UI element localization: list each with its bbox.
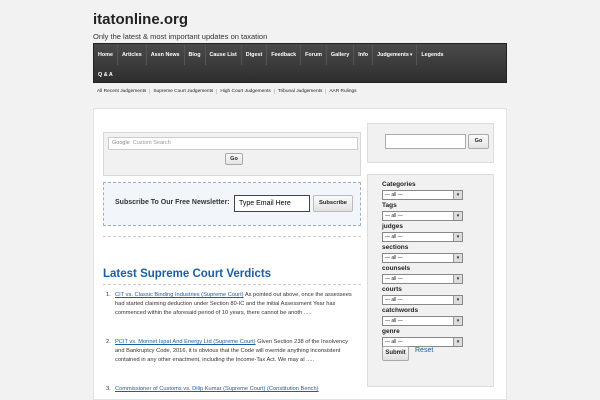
nav-info[interactable]: Info — [354, 45, 374, 65]
list-number: 2. — [106, 339, 111, 345]
filter-judges: judges — all — ▾ — [382, 223, 463, 242]
select-value: — all — — [385, 318, 403, 324]
custom-search-box: Google Custom Search Go — [103, 132, 361, 176]
filter-categories: Categories — all — ▾ — [382, 181, 463, 200]
list-number: 1. — [106, 292, 111, 298]
filter-sections: sections — all — ▾ — [382, 244, 463, 263]
sections-select[interactable]: — all — ▾ — [382, 253, 463, 263]
verdict-link[interactable]: Commissioner of Customs vs. Dilip Kumar … — [115, 386, 319, 392]
select-value: — all — — [385, 192, 403, 198]
filter-label: sections — [382, 244, 409, 251]
nav-cause-list[interactable]: Cause List — [206, 45, 242, 65]
custom-search-go-button[interactable]: Go — [225, 153, 243, 165]
subscribe-button[interactable]: Subscribe — [313, 195, 353, 212]
sub-nav: All Recent Judgements Supreme Court Judg… — [93, 85, 507, 98]
chevron-down-icon: ▾ — [453, 191, 462, 199]
chevron-down-icon: ▾ — [453, 275, 462, 283]
filter-form: Categories — all — ▾ Tags — all — ▾ judges… — [367, 174, 494, 387]
filter-label: Tags — [382, 202, 397, 209]
filter-genre: genre — all — ▾ — [382, 328, 463, 347]
newsletter-box: Subscribe To Our Free Newsletter: Type E… — [103, 182, 361, 226]
catchwords-select[interactable]: — all — ▾ — [382, 316, 463, 326]
reset-link[interactable]: Reset — [415, 347, 433, 354]
nav-home[interactable]: Home — [94, 45, 118, 65]
content-panel: Google Custom Search Go Subscribe To Our … — [93, 108, 507, 400]
filter-label: Categories — [382, 181, 416, 188]
filter-label: counsels — [382, 265, 411, 272]
nav-judgements-label: Judgements — [377, 52, 409, 58]
custom-search-placeholder: Custom Search — [132, 140, 171, 146]
sidebar-search-go-button[interactable]: Go — [468, 134, 489, 149]
heading-divider — [103, 284, 361, 285]
google-label: Google — [112, 140, 130, 146]
subnav-supreme-court[interactable]: Supreme Court Judgements — [150, 89, 218, 94]
tags-select[interactable]: — all — ▾ — [382, 211, 463, 221]
filter-label: courts — [382, 286, 402, 293]
subnav-aar-rulings[interactable]: AAR Rulings — [326, 89, 359, 94]
filter-counsels: counsels — all — ▾ — [382, 265, 463, 284]
select-value: — all — — [385, 297, 403, 303]
site-tagline: Only the latest & most important updates… — [93, 32, 268, 41]
courts-select[interactable]: — all — ▾ — [382, 295, 463, 305]
select-value: — all — — [385, 213, 403, 219]
list-number: 3. — [106, 386, 111, 392]
custom-search-input[interactable]: Google Custom Search — [108, 137, 358, 150]
filter-tags: Tags — all — ▾ — [382, 202, 463, 221]
chevron-down-icon: ▾ — [453, 317, 462, 325]
newsletter-label: Subscribe To Our Free Newsletter: — [115, 199, 230, 206]
divider — [103, 236, 361, 237]
select-value: — all — — [385, 339, 403, 345]
subnav-tribunal[interactable]: Tribunal Judgements — [275, 89, 327, 94]
select-value: — all — — [385, 234, 403, 240]
nav-gallery[interactable]: Gallery — [327, 45, 355, 65]
newsletter-email-input[interactable]: Type Email Here — [234, 195, 310, 212]
counsels-select[interactable]: — all — ▾ — [382, 274, 463, 284]
subnav-high-court[interactable]: High Court Judgements — [217, 89, 275, 94]
chevron-down-icon: ▾ — [453, 233, 462, 241]
nav-feedback[interactable]: Feedback — [267, 45, 302, 65]
nav-assn-news[interactable]: Assn News — [147, 45, 185, 65]
nav-q-and-a[interactable]: Q & A — [94, 65, 117, 85]
judges-select[interactable]: — all — ▾ — [382, 232, 463, 242]
chevron-down-icon: ▾ — [453, 254, 462, 262]
section-heading[interactable]: Latest Supreme Court Verdicts — [103, 268, 271, 280]
nav-legends[interactable]: Legends — [417, 45, 447, 65]
nav-digest[interactable]: Digest — [242, 45, 268, 65]
filter-label: genre — [382, 328, 400, 335]
nav-judgements[interactable]: Judgements▾ — [373, 45, 418, 65]
select-value: — all — — [385, 276, 403, 282]
nav-articles[interactable]: Articles — [118, 45, 147, 65]
chevron-down-icon: ▾ — [453, 338, 462, 346]
filter-catchwords: catchwords — all — ▾ — [382, 307, 463, 326]
chevron-down-icon: ▾ — [453, 296, 462, 304]
filter-label: catchwords — [382, 307, 419, 314]
sidebar-search-input[interactable] — [385, 134, 466, 149]
filter-courts: courts — all — ▾ — [382, 286, 463, 305]
main-nav: Home Articles Assn News Blog Cause List … — [93, 43, 507, 83]
verdict-link[interactable]: CIT vs. Classic Binding Industries (Supr… — [115, 292, 244, 298]
subnav-all-recent[interactable]: All Recent Judgements — [93, 89, 151, 94]
categories-select[interactable]: — all — ▾ — [382, 190, 463, 200]
verdict-link[interactable]: PCIT vs. Monnet Ispat And Energy Ltd (Su… — [115, 339, 256, 345]
site-title[interactable]: itatonline.org — [93, 11, 188, 28]
filter-label: judges — [382, 223, 403, 230]
nav-forum[interactable]: Forum — [301, 45, 327, 65]
sidebar-search-box: Go — [367, 123, 494, 163]
chevron-down-icon: ▾ — [409, 52, 413, 58]
submit-button[interactable]: Submit — [382, 346, 409, 361]
nav-blog[interactable]: Blog — [185, 45, 206, 65]
select-value: — all — — [385, 255, 403, 261]
chevron-down-icon: ▾ — [453, 212, 462, 220]
